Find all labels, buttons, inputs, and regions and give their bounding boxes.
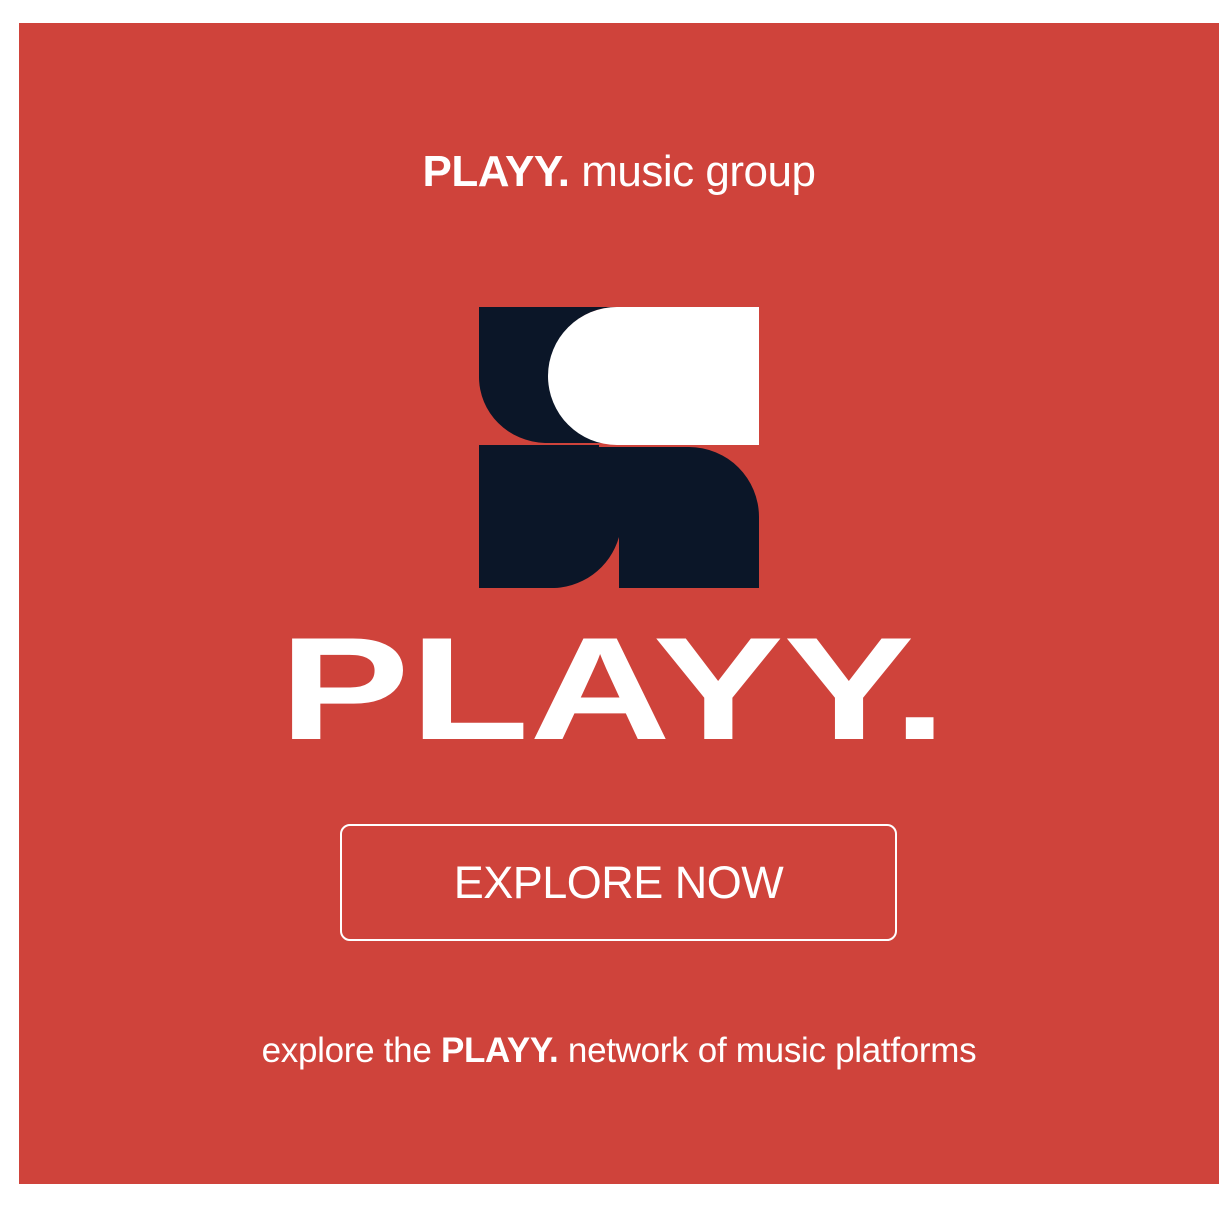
tagline: explore the PLAYY. network of music plat… xyxy=(19,1029,1219,1073)
ad-banner[interactable]: PLAYY. music group PLAYY. EXPLORE NOW ex… xyxy=(19,23,1219,1184)
explore-now-button[interactable]: EXPLORE NOW xyxy=(340,824,897,941)
tagline-suffix: network of music platforms xyxy=(567,1031,977,1070)
group-title-suffix: music group xyxy=(581,147,816,196)
playy-wordmark: PLAYY. xyxy=(279,631,947,743)
wordmark-text: PLAYY. xyxy=(279,631,947,743)
group-title-brand: PLAYY. xyxy=(422,147,571,196)
playy-logo-mark-icon xyxy=(479,307,759,588)
tagline-prefix: explore the xyxy=(261,1031,432,1070)
tagline-brand: PLAYY. xyxy=(440,1031,559,1070)
explore-now-label: EXPLORE NOW xyxy=(453,856,784,908)
group-title: PLAYY. music group xyxy=(19,145,1219,199)
